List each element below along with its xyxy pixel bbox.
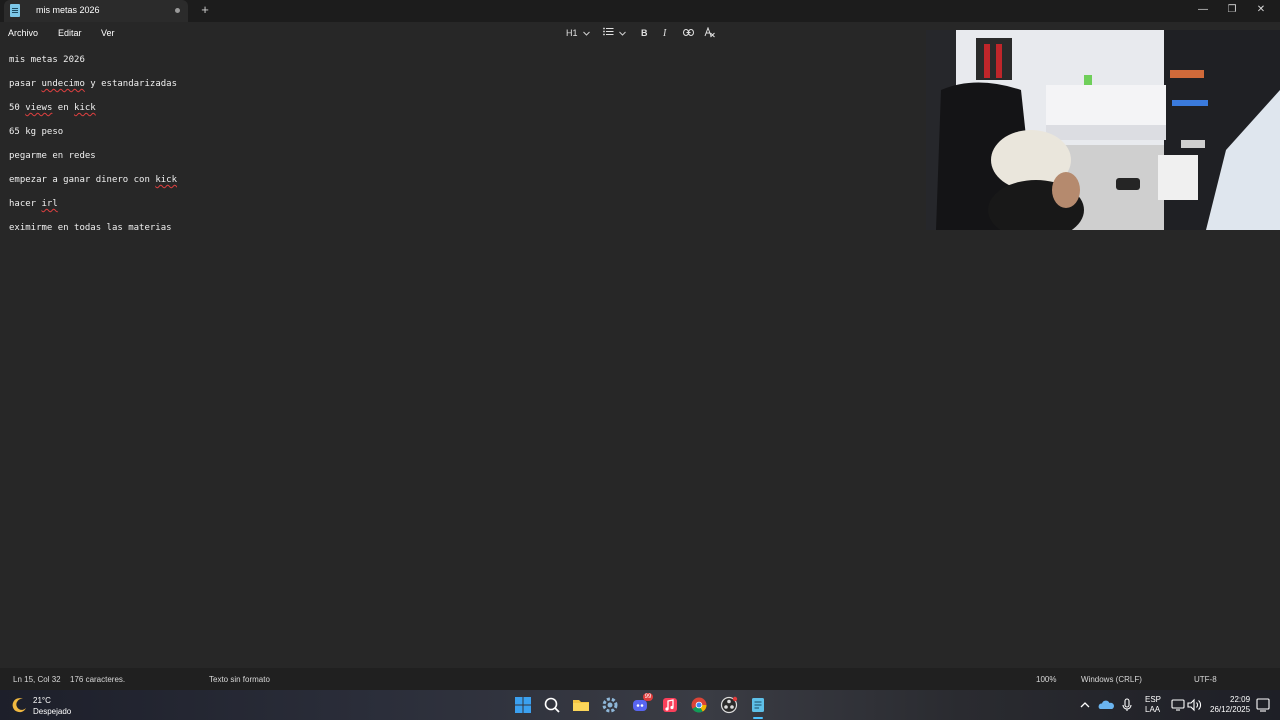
text-span: hacer bbox=[9, 199, 42, 209]
italic-button[interactable]: I bbox=[663, 27, 666, 40]
text-span: y estandarizadas bbox=[84, 79, 177, 89]
text-span: 50 bbox=[9, 103, 26, 113]
text-span: pegarme en redes bbox=[9, 151, 96, 161]
file-explorer-icon[interactable] bbox=[571, 695, 591, 715]
bold-button[interactable]: B bbox=[641, 27, 648, 40]
menu-ver[interactable]: Ver bbox=[101, 28, 115, 38]
text-line[interactable]: pasar undecimo y estandarizadas bbox=[9, 79, 177, 89]
text-line[interactable]: hacer irl bbox=[9, 199, 58, 209]
moon-icon bbox=[12, 698, 26, 713]
title-bar: mis metas 2026 + — ❐ ✕ bbox=[0, 0, 1280, 22]
link-icon bbox=[683, 29, 694, 36]
text-line[interactable]: pegarme en redes bbox=[9, 151, 96, 161]
chevron-down-icon bbox=[618, 31, 626, 36]
list-dropdown[interactable] bbox=[603, 27, 627, 40]
text-span: empezar a ganar dinero con bbox=[9, 175, 156, 185]
clock-date[interactable]: 26/12/2025 bbox=[1210, 705, 1250, 714]
chrome-icon[interactable] bbox=[689, 695, 709, 715]
unsaved-dot-icon[interactable] bbox=[175, 8, 180, 13]
line-endings[interactable]: Windows (CRLF) bbox=[1081, 675, 1142, 684]
misspelled-word: kick bbox=[74, 103, 96, 113]
obs-icon[interactable] bbox=[719, 695, 739, 715]
status-bar: Ln 15, Col 32 176 caracteres. Texto sin … bbox=[0, 668, 1280, 690]
text-span: eximirme en todas las materias bbox=[9, 223, 172, 233]
menu-editar[interactable]: Editar bbox=[58, 28, 82, 38]
search-icon[interactable] bbox=[542, 695, 562, 715]
tab-title: mis metas 2026 bbox=[36, 5, 100, 15]
character-count: 176 caracteres. bbox=[70, 675, 126, 684]
notifications-icon[interactable] bbox=[1253, 695, 1273, 715]
weather-temperature: 21°C bbox=[33, 696, 51, 705]
language-code[interactable]: ESP bbox=[1145, 695, 1161, 704]
text-line[interactable]: empezar a ganar dinero con kick bbox=[9, 175, 177, 185]
minimize-button[interactable]: — bbox=[1193, 2, 1213, 18]
weather-widget[interactable]: 21°C Despejado bbox=[10, 693, 100, 717]
bulleted-list-icon bbox=[603, 27, 614, 36]
encoding[interactable]: UTF-8 bbox=[1194, 675, 1217, 684]
clock-time[interactable]: 22:09 bbox=[1230, 695, 1250, 704]
misspelled-word: irl bbox=[41, 199, 58, 209]
text-line[interactable]: 65 kg peso bbox=[9, 127, 63, 137]
taskbar: 21°C Despejado 99 ESP LAA 22:09 26/12/20… bbox=[0, 690, 1280, 720]
chevron-down-icon bbox=[583, 31, 590, 36]
active-app-indicator bbox=[753, 717, 763, 719]
new-tab-button[interactable]: + bbox=[198, 3, 212, 17]
misspelled-word: views bbox=[25, 103, 53, 113]
text-line[interactable]: eximirme en todas las materias bbox=[9, 223, 172, 233]
text-span: pasar bbox=[9, 79, 42, 89]
misspelled-word: kick bbox=[155, 175, 177, 185]
text-span: 65 kg peso bbox=[9, 127, 64, 137]
volume-icon[interactable] bbox=[1184, 695, 1204, 715]
text-span: en bbox=[52, 103, 75, 113]
cursor-position[interactable]: Ln 15, Col 32 bbox=[13, 675, 61, 684]
clear-formatting-button[interactable] bbox=[704, 26, 715, 40]
maximize-button[interactable]: ❐ bbox=[1222, 2, 1242, 18]
settings-icon[interactable] bbox=[600, 695, 620, 715]
discord-badge: 99 bbox=[643, 693, 653, 701]
chevron-up-icon[interactable] bbox=[1075, 695, 1095, 715]
windows-start-icon[interactable] bbox=[513, 695, 533, 715]
link-button[interactable] bbox=[683, 27, 694, 40]
text-format[interactable]: Texto sin formato bbox=[209, 675, 270, 684]
close-button[interactable]: ✕ bbox=[1251, 2, 1271, 18]
misspelled-word: undecimo bbox=[41, 79, 85, 89]
text-line[interactable]: 50 views en kick bbox=[9, 103, 96, 113]
webcam-feed-image bbox=[926, 30, 1280, 230]
onedrive-icon[interactable] bbox=[1096, 695, 1116, 715]
apple-music-icon[interactable] bbox=[660, 695, 680, 715]
zoom-level[interactable]: 100% bbox=[1036, 675, 1056, 684]
webcam-overlay bbox=[926, 30, 1280, 230]
weather-description: Despejado bbox=[33, 707, 72, 716]
menu-archivo[interactable]: Archivo bbox=[8, 28, 38, 38]
heading-label: H1 bbox=[566, 28, 578, 38]
heading-dropdown[interactable]: H1 bbox=[566, 27, 592, 40]
microphone-icon[interactable] bbox=[1117, 695, 1137, 715]
text-line[interactable]: mis metas 2026 bbox=[9, 55, 85, 65]
clear-formatting-icon bbox=[704, 26, 715, 38]
notepad-icon bbox=[10, 4, 20, 17]
text-span: mis metas 2026 bbox=[9, 55, 85, 65]
tab-mis-metas[interactable]: mis metas 2026 bbox=[4, 0, 188, 22]
notepad-icon[interactable] bbox=[748, 695, 768, 715]
keyboard-layout[interactable]: LAA bbox=[1145, 705, 1160, 714]
